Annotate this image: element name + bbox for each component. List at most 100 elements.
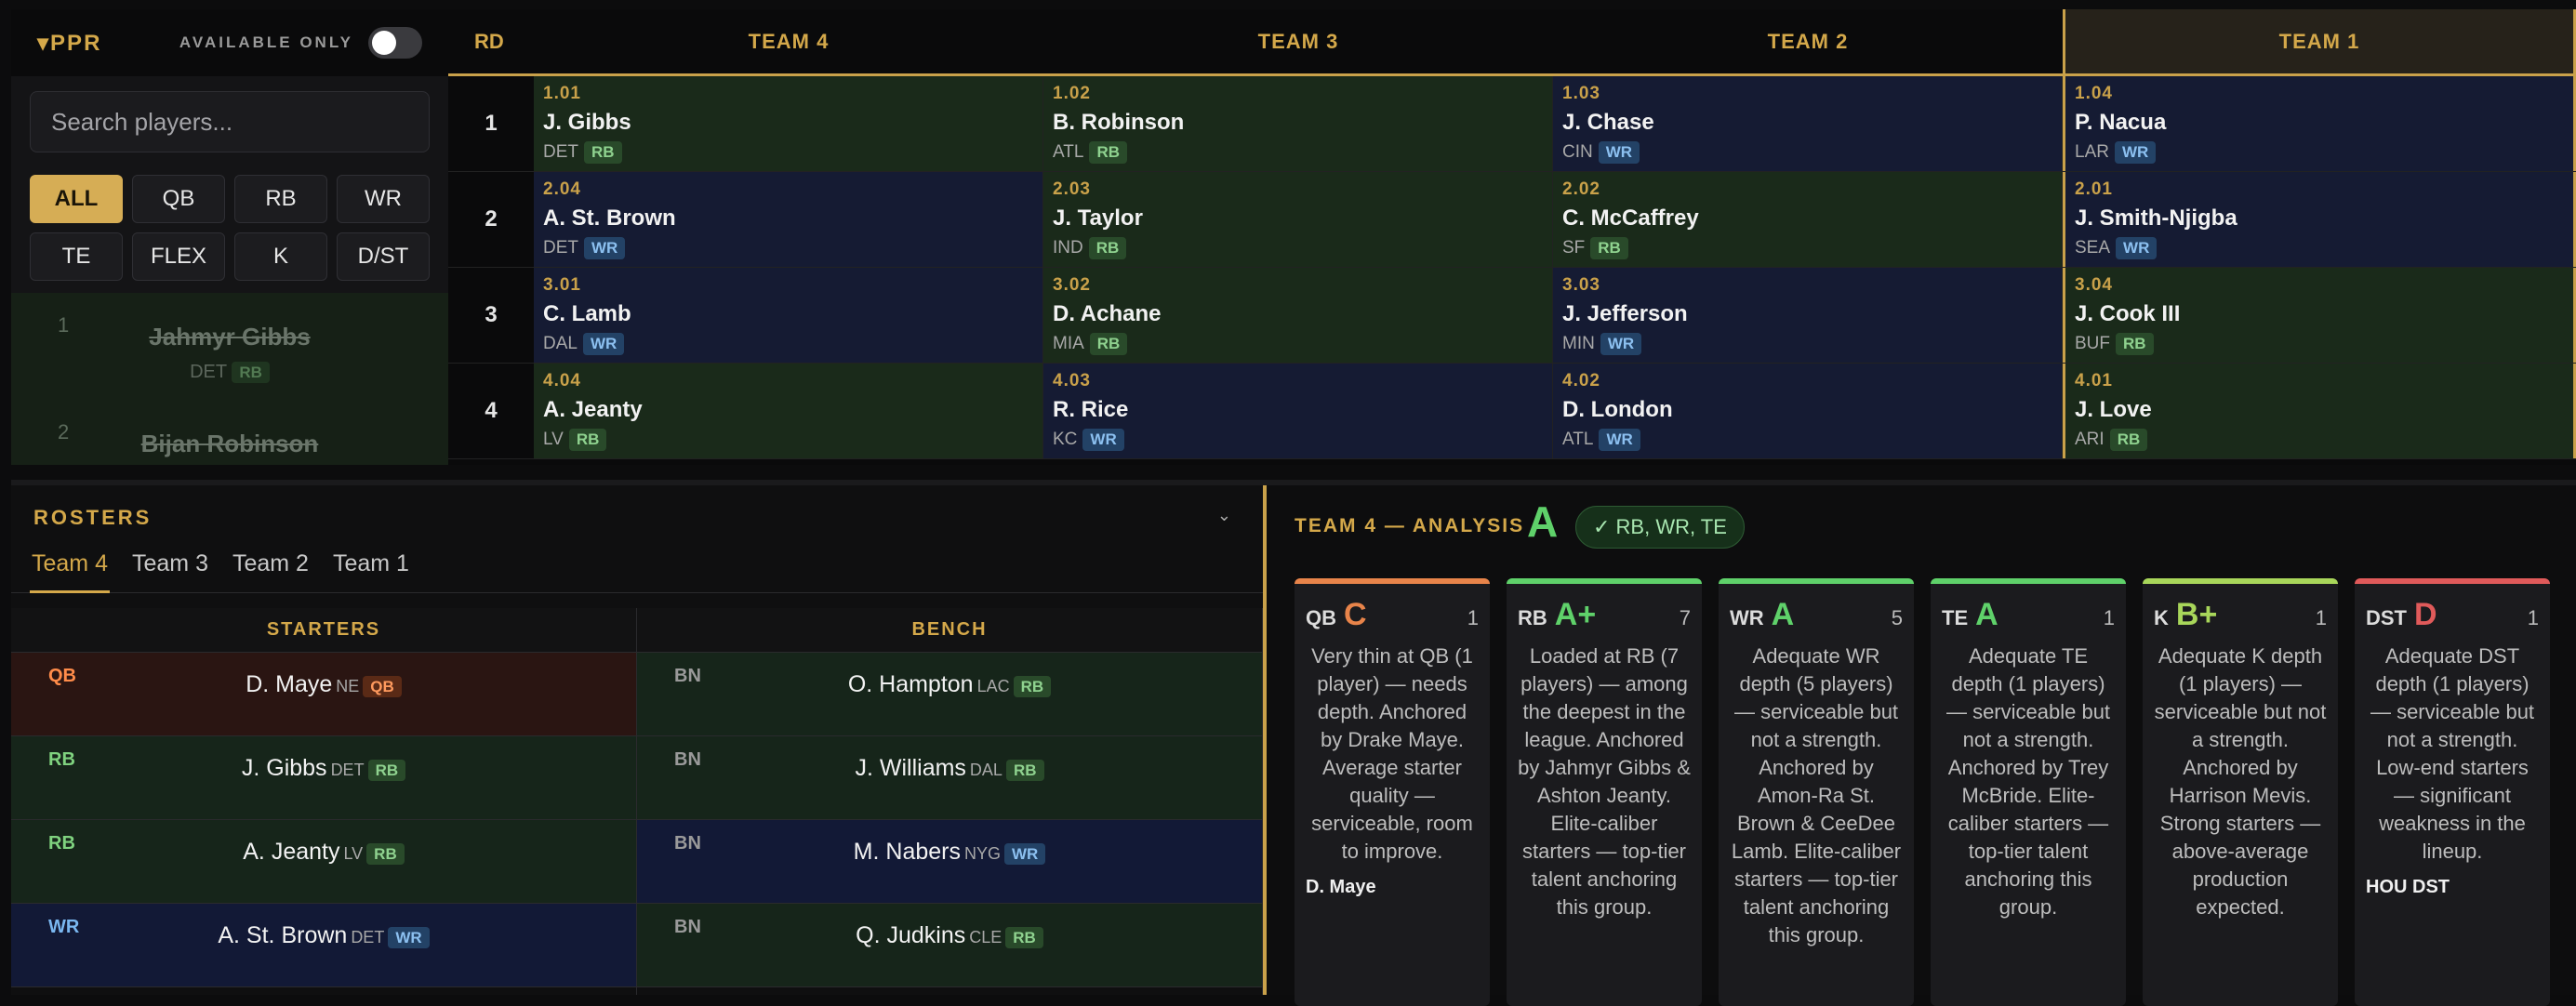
roster-player-name: M. Nabers: [853, 839, 961, 865]
pick-team: ATL: [1562, 430, 1594, 449]
position-filter-all[interactable]: ALL: [30, 175, 123, 223]
draft-pick-cell[interactable]: 3.02 D. Achane MIA RB: [1043, 268, 1553, 363]
card-player-count: 1: [2527, 606, 2539, 629]
draft-pick-cell[interactable]: 3.01 C. Lamb DAL WR: [534, 268, 1043, 363]
draft-pick-cell[interactable]: 2.02 C. McCaffrey SF RB: [1553, 172, 2063, 267]
roster-player: O. Hampton LAC RB: [637, 671, 1262, 698]
position-tag: WR: [1600, 333, 1642, 355]
roster-row[interactable]: RB A. Jeanty LV RB: [11, 820, 636, 904]
roster-player: D. Maye NE QB: [11, 671, 636, 698]
position-grade-cards: QB C 1 Very thin at QB (1 player) — needs d…: [1295, 578, 2550, 1006]
draft-pick-cell[interactable]: 2.04 A. St. Brown DET WR: [534, 172, 1043, 267]
roster-tab-team-2[interactable]: Team 2: [231, 550, 311, 593]
card-description: Very thin at QB (1 player) — needs depth…: [1311, 644, 1473, 863]
search-input[interactable]: [30, 91, 430, 152]
roster-tab-team-4[interactable]: Team 4: [30, 550, 110, 593]
team-header: TEAM 4: [748, 29, 830, 53]
position-tag: RB: [1089, 141, 1127, 164]
team-header: TEAM 3: [1257, 29, 1339, 53]
draft-pick-cell[interactable]: 4.04 A. Jeanty LV RB: [534, 364, 1043, 458]
roster-player: A. St. Brown DET WR: [11, 922, 636, 949]
draft-round-row: 4 4.04 A. Jeanty LV RB 4.03 R. Rice KC WR 4.02 D. …: [448, 364, 2576, 459]
pick-number: 1.04: [2075, 84, 2113, 103]
draft-pick-cell[interactable]: 1.02 B. Robinson ATL RB: [1043, 76, 1553, 171]
pick-meta: DET WR: [543, 237, 1033, 259]
roster-row[interactable]: WR A. St. Brown DET WR: [11, 904, 636, 987]
scoring-dropdown[interactable]: ▾PPR: [37, 30, 101, 57]
pick-team: ARI: [2075, 430, 2105, 449]
pick-team: DET: [543, 142, 578, 162]
draft-pick-cell[interactable]: 3.04 J. Cook III BUF RB: [2063, 268, 2576, 363]
available-only-toggle[interactable]: [368, 27, 422, 59]
strengths-badge: ✓ RB, WR, TE: [1575, 506, 1745, 549]
draft-pick-cell[interactable]: 1.01 J. Gibbs DET RB: [534, 76, 1043, 171]
player-team: DET: [190, 362, 227, 382]
draft-round-row: 2 2.04 A. St. Brown DET WR 2.03 J. Taylor IND RB…: [448, 172, 2576, 268]
card-anchor: HOU DST: [2366, 877, 2450, 897]
position-grade-card-k: K B+ 1 Adequate K depth (1 players) — servi…: [2143, 578, 2338, 1006]
roster-player-name: D. Maye: [246, 671, 333, 697]
pick-team: BUF: [2075, 334, 2110, 353]
position-tag: QB: [363, 676, 402, 697]
card-player-count: 1: [1467, 606, 1479, 629]
position-filter-flex[interactable]: FLEX: [132, 232, 225, 281]
collapse-chevron-icon[interactable]: ⌄: [1217, 506, 1231, 525]
roster-row[interactable]: RB J. Gibbs DET RB: [11, 736, 636, 820]
card-grade: D: [2414, 597, 2437, 632]
round-number: 3: [485, 302, 498, 327]
draft-pick-cell[interactable]: 4.01 J. Love ARI RB: [2063, 364, 2576, 458]
roster-row[interactable]: BN M. Nabers NYG WR: [637, 820, 1262, 904]
pick-number: 4.02: [1562, 371, 1600, 390]
position-tag: RB: [1089, 333, 1128, 355]
roster-player-name: J. Williams: [855, 755, 966, 781]
draft-pick-cell[interactable]: 2.01 J. Smith-Njigba SEA WR: [2063, 172, 2576, 267]
pick-team: ATL: [1053, 142, 1084, 162]
round-number: 4: [485, 398, 498, 423]
roster-row[interactable]: QB D. Maye NE QB: [11, 653, 636, 736]
pick-meta: MIN WR: [1562, 333, 2052, 355]
pick-meta: MIA RB: [1053, 333, 1543, 355]
roster-row[interactable]: BN O. Hampton LAC RB: [637, 653, 1262, 736]
roster-tab-team-3[interactable]: Team 3: [130, 550, 210, 593]
pick-team: DAL: [543, 334, 578, 353]
pick-team: MIN: [1562, 334, 1595, 353]
card-description: Loaded at RB (7 players) — among the dee…: [1518, 644, 1691, 919]
player-list-item[interactable]: 2 Bijan Robinson: [11, 400, 448, 465]
card-grade: A: [1771, 597, 1795, 632]
pick-number: 1.03: [1562, 84, 1600, 103]
player-list-item[interactable]: 1 Jahmyr Gibbs DET RB: [11, 293, 448, 400]
roster-row[interactable]: BN J. Williams DAL RB: [637, 736, 1262, 820]
pick-meta: DET RB: [543, 141, 1033, 164]
pick-number: 1.01: [543, 84, 581, 103]
draft-pick-cell[interactable]: 3.03 J. Jefferson MIN WR: [1553, 268, 2063, 363]
roster-player-team: LAC: [976, 677, 1010, 695]
draft-pick-cell[interactable]: 4.03 R. Rice KC WR: [1043, 364, 1553, 458]
card-position: DST: [2366, 606, 2407, 629]
roster-tab-team-1[interactable]: Team 1: [331, 550, 411, 593]
draft-pick-cell[interactable]: 2.03 J. Taylor IND RB: [1043, 172, 1553, 267]
roster-row[interactable]: BN Q. Judkins CLE RB: [637, 904, 1262, 987]
card-header: QB C 1: [1306, 597, 1479, 633]
position-filter-rb[interactable]: RB: [234, 175, 327, 223]
roster-player-team: NE: [336, 677, 360, 695]
round-header: RD: [474, 29, 504, 53]
position-filter-wr[interactable]: WR: [337, 175, 430, 223]
card-position: RB: [1518, 606, 1547, 629]
card-position: WR: [1730, 606, 1764, 629]
card-position: QB: [1306, 606, 1336, 629]
pick-meta: SF RB: [1562, 237, 2052, 259]
position-filter-qb[interactable]: QB: [132, 175, 225, 223]
draft-pick-cell[interactable]: 1.04 P. Nacua LAR WR: [2063, 76, 2576, 171]
position-filter-te[interactable]: TE: [30, 232, 123, 281]
bench-column: BENCH BN O. Hampton LAC RB BN J. Williams DAL R…: [637, 608, 1263, 995]
roster-player: J. Williams DAL RB: [637, 755, 1262, 782]
position-tag: RB: [584, 141, 622, 164]
position-filter-k[interactable]: K: [234, 232, 327, 281]
draft-pick-cell[interactable]: 1.03 J. Chase CIN WR: [1553, 76, 2063, 171]
roster-player-team: CLE: [969, 928, 1003, 946]
bench-header: BENCH: [637, 608, 1262, 653]
position-filter-dst[interactable]: D/ST: [337, 232, 430, 281]
card-description: Adequate TE depth (1 players) — servicea…: [1945, 644, 2111, 919]
pick-meta: ATL WR: [1562, 429, 2052, 451]
draft-pick-cell[interactable]: 4.02 D. London ATL WR: [1553, 364, 2063, 458]
